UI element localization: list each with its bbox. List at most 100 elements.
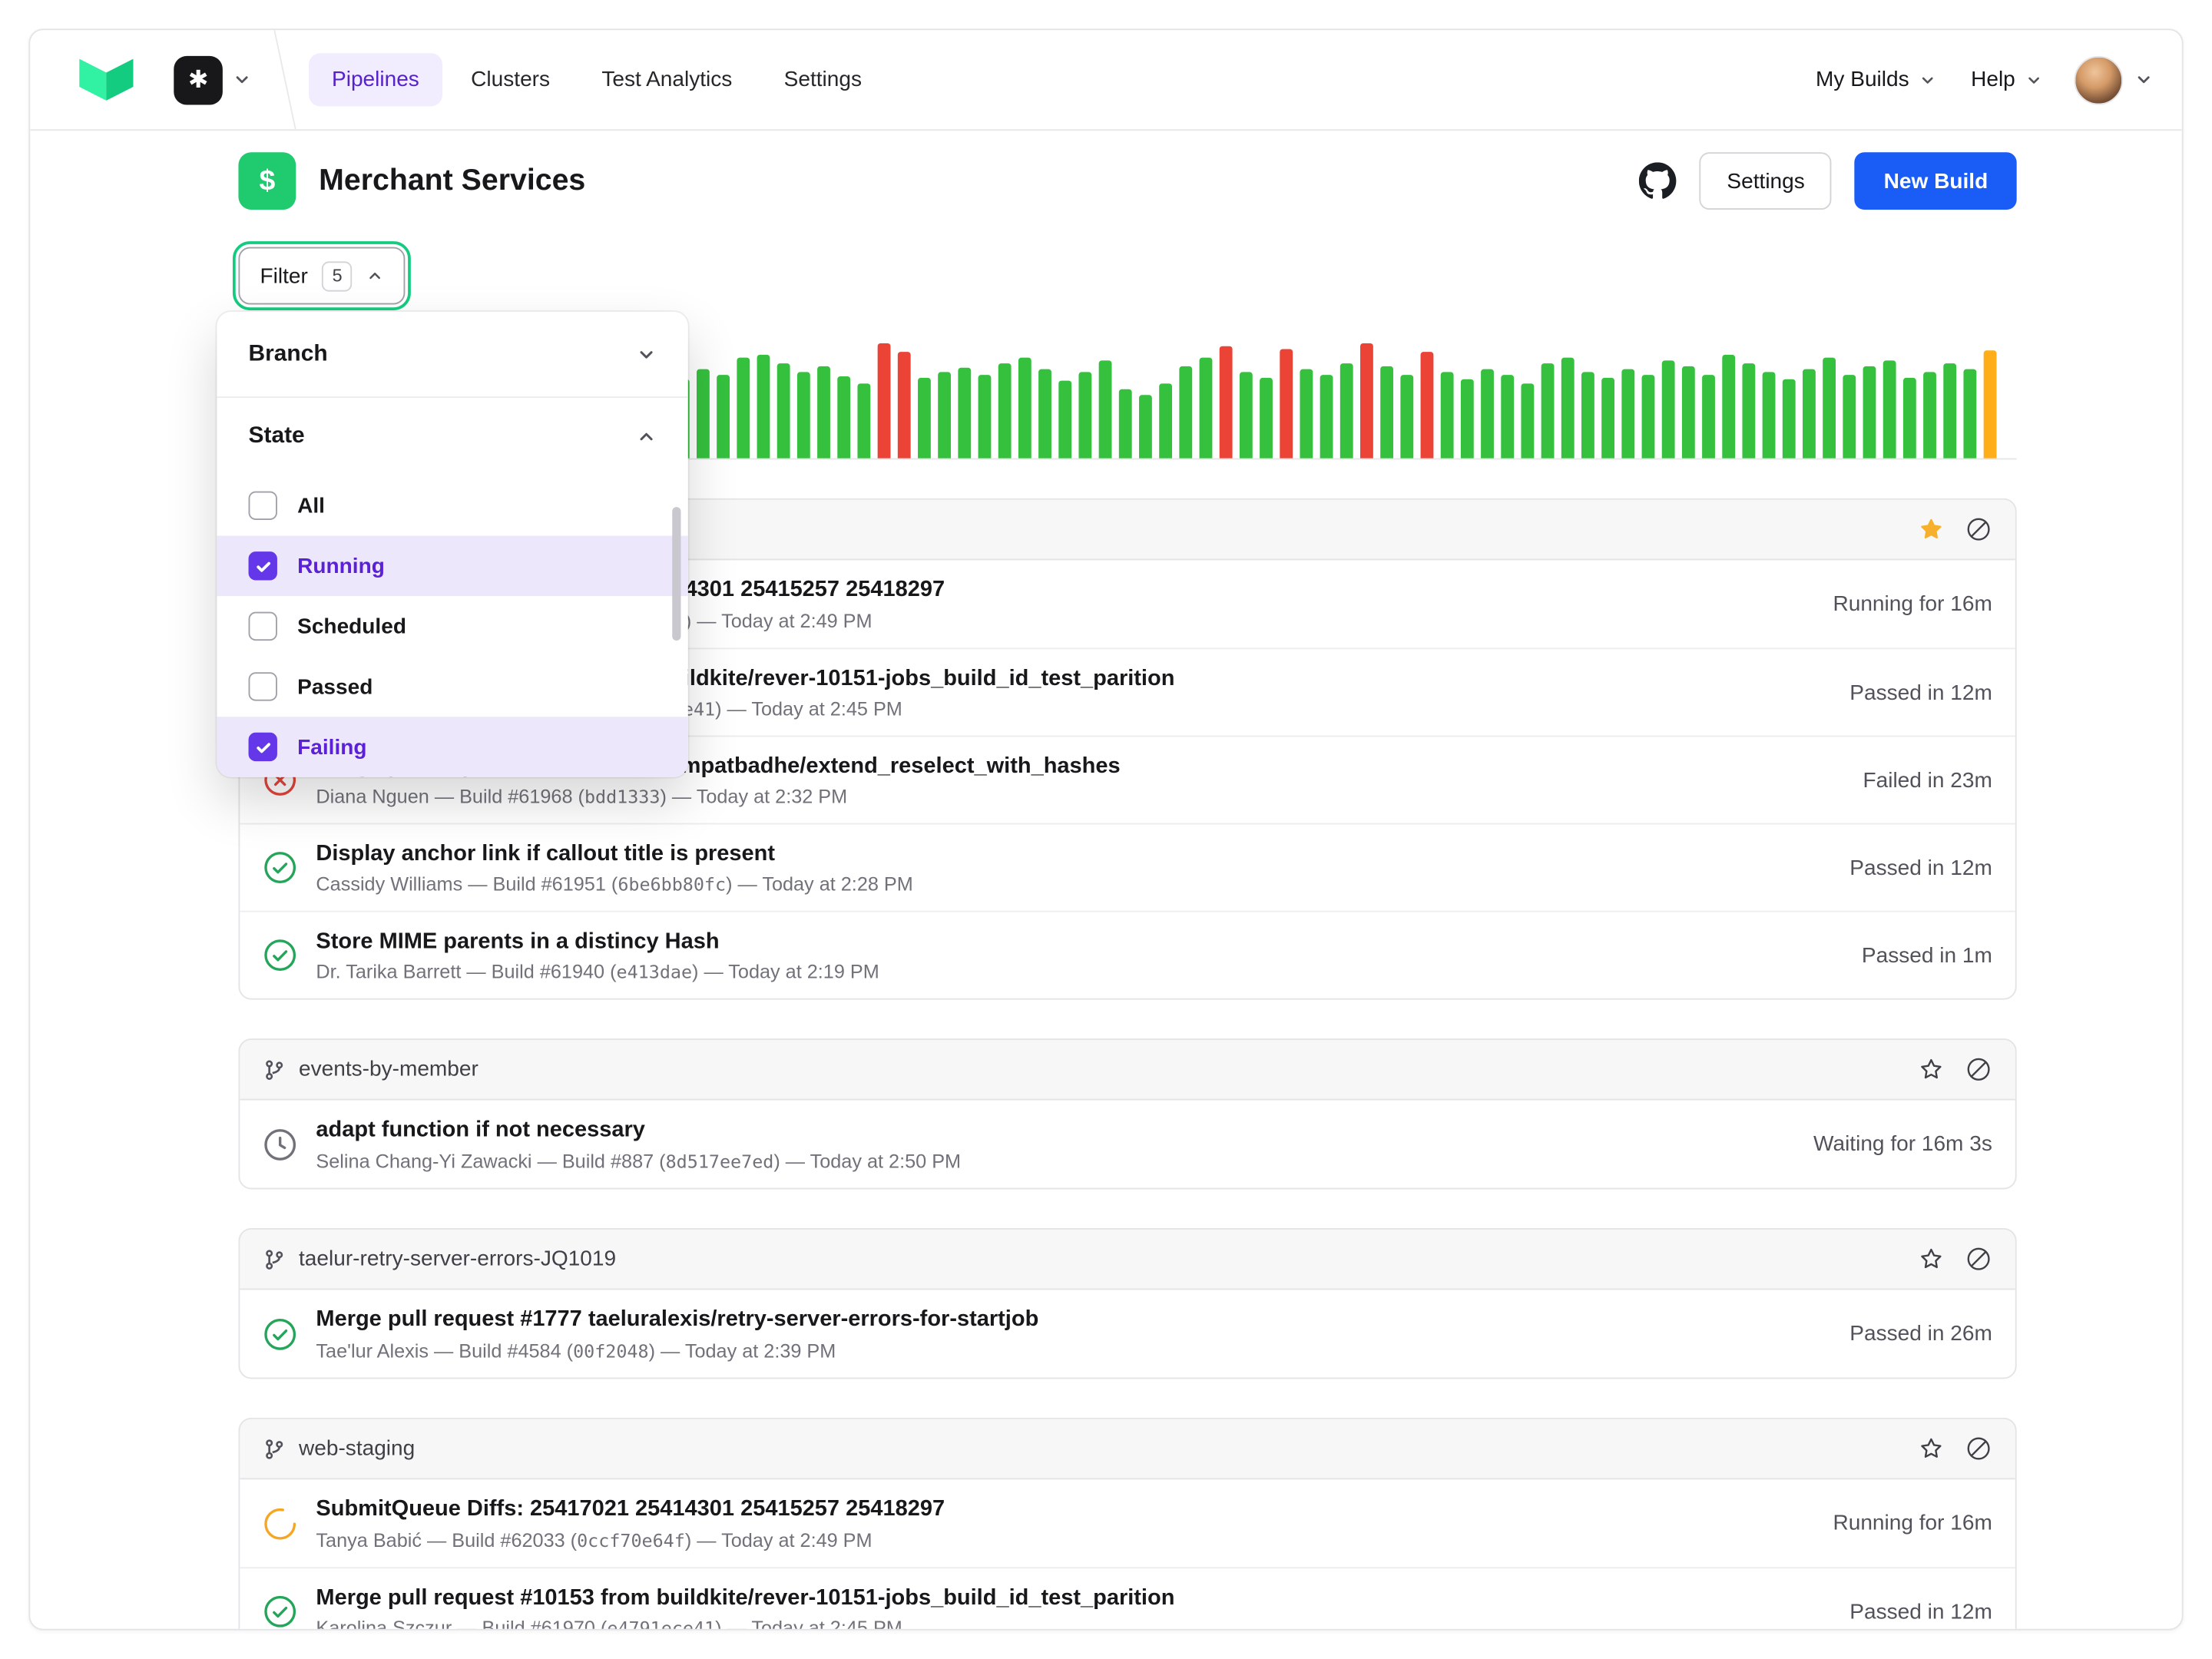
help-menu[interactable]: Help — [1954, 56, 2060, 104]
build-bar[interactable] — [1139, 395, 1152, 458]
build-bar[interactable] — [1984, 350, 1997, 458]
star-icon[interactable] — [1918, 515, 1945, 543]
build-bar[interactable] — [979, 375, 992, 458]
build-bar[interactable] — [1280, 349, 1293, 458]
nav-tab-test-analytics[interactable]: Test Analytics — [578, 53, 755, 106]
filter-option-failing[interactable]: Failing — [217, 717, 687, 777]
build-bar[interactable] — [1642, 375, 1655, 458]
build-bar[interactable] — [1481, 369, 1494, 459]
build-bar[interactable] — [1220, 346, 1233, 459]
my-builds-menu[interactable]: My Builds — [1799, 56, 1954, 104]
build-bar[interactable] — [1702, 375, 1715, 458]
build-bar[interactable] — [1541, 363, 1555, 458]
build-bar[interactable] — [1159, 383, 1172, 458]
build-bar[interactable] — [1662, 360, 1675, 458]
build-bar[interactable] — [1320, 375, 1333, 458]
org-avatar[interactable]: ✱ — [174, 55, 223, 104]
build-bar[interactable] — [1119, 389, 1132, 459]
checkbox-icon[interactable] — [249, 672, 277, 700]
build-bar[interactable] — [1421, 352, 1434, 458]
ban-icon[interactable] — [1965, 1056, 1992, 1084]
build-bar[interactable] — [1400, 375, 1413, 458]
build-bar[interactable] — [777, 363, 790, 458]
new-build-button[interactable]: New Build — [1855, 152, 2016, 210]
build-bar[interactable] — [1441, 372, 1454, 458]
filter-option-running[interactable]: Running — [217, 536, 687, 597]
filter-section-state[interactable]: State — [217, 398, 687, 475]
build-bar[interactable] — [817, 366, 830, 459]
checkbox-icon[interactable] — [249, 612, 277, 641]
build-bar[interactable] — [1742, 363, 1755, 458]
settings-button[interactable]: Settings — [1700, 152, 1832, 210]
build-title[interactable]: Merge pull request #10153 from buildkite… — [316, 1584, 1174, 1611]
pipeline-name[interactable]: web-staging — [299, 1436, 415, 1461]
build-bar[interactable] — [1300, 369, 1313, 459]
build-bar[interactable] — [757, 355, 770, 459]
star-icon[interactable] — [1918, 1435, 1945, 1462]
checkbox-icon[interactable] — [249, 492, 277, 520]
build-bar[interactable] — [1461, 379, 1474, 459]
build-bar[interactable] — [1823, 358, 1836, 459]
nav-tab-settings[interactable]: Settings — [761, 53, 885, 106]
build-bar[interactable] — [938, 372, 951, 458]
filter-option-all[interactable]: All — [217, 475, 687, 536]
build-bar[interactable] — [1260, 378, 1273, 459]
build-bar[interactable] — [1803, 369, 1816, 459]
build-row[interactable]: Merge pull request #1777 taeluralexis/re… — [240, 1290, 2015, 1377]
build-bar[interactable] — [1883, 360, 1896, 458]
build-bar[interactable] — [878, 343, 891, 459]
github-icon[interactable] — [1639, 162, 1677, 200]
build-bar[interactable] — [1200, 358, 1213, 459]
build-bar[interactable] — [1863, 366, 1876, 459]
build-title[interactable]: SubmitQueue Diffs: 25417021 25414301 254… — [316, 1495, 945, 1523]
build-title[interactable]: Display anchor link if callout title is … — [316, 840, 912, 868]
build-bar[interactable] — [1903, 378, 1916, 459]
build-bar[interactable] — [898, 352, 911, 458]
build-row[interactable]: Display anchor link if callout title is … — [240, 823, 2015, 911]
build-bar[interactable] — [1078, 372, 1091, 458]
pipeline-name[interactable]: events-by-member — [299, 1057, 478, 1081]
build-bar[interactable] — [857, 383, 870, 458]
scrollbar-thumb[interactable] — [672, 507, 680, 641]
build-bar[interactable] — [1360, 343, 1373, 459]
build-title[interactable]: Merge pull request #1777 taeluralexis/re… — [316, 1306, 1038, 1334]
build-bar[interactable] — [1058, 381, 1071, 459]
build-bar[interactable] — [1099, 360, 1112, 458]
build-title[interactable]: adapt function if not necessary — [316, 1117, 961, 1144]
ban-icon[interactable] — [1965, 1245, 1992, 1273]
build-row[interactable]: adapt function if not necessarySelina Ch… — [240, 1101, 2015, 1188]
build-title[interactable]: Store MIME parents in a distincy Hash — [316, 928, 879, 955]
build-bar[interactable] — [958, 368, 971, 459]
build-bar[interactable] — [1581, 372, 1594, 458]
build-bar[interactable] — [697, 369, 710, 459]
filter-option-scheduled[interactable]: Scheduled — [217, 596, 687, 657]
build-bar[interactable] — [717, 375, 730, 458]
build-bar[interactable] — [737, 358, 750, 459]
build-bar[interactable] — [1501, 375, 1514, 458]
build-bar[interactable] — [1561, 358, 1575, 459]
filter-section-branch[interactable]: Branch — [217, 312, 687, 398]
build-bar[interactable] — [1179, 366, 1192, 459]
build-bar[interactable] — [1763, 372, 1776, 458]
build-bar[interactable] — [998, 363, 1012, 458]
build-bar[interactable] — [1722, 355, 1735, 459]
build-bar[interactable] — [1240, 372, 1253, 458]
chevron-down-icon[interactable] — [233, 71, 251, 89]
build-bar[interactable] — [1783, 379, 1796, 459]
build-bar[interactable] — [1843, 375, 1856, 458]
nav-tab-clusters[interactable]: Clusters — [448, 53, 573, 106]
nav-tab-pipelines[interactable]: Pipelines — [309, 53, 442, 106]
build-bar[interactable] — [1621, 369, 1634, 459]
build-bar[interactable] — [1682, 366, 1695, 459]
build-bar[interactable] — [918, 378, 931, 459]
star-icon[interactable] — [1918, 1245, 1945, 1273]
build-bar[interactable] — [1038, 369, 1051, 459]
pipeline-name[interactable]: taelur-retry-server-errors-JQ1019 — [299, 1247, 616, 1271]
build-bar[interactable] — [797, 372, 810, 458]
build-bar[interactable] — [837, 376, 850, 459]
filter-option-passed[interactable]: Passed — [217, 657, 687, 717]
ban-icon[interactable] — [1965, 1435, 1992, 1462]
build-bar[interactable] — [1923, 372, 1936, 458]
build-bar[interactable] — [1018, 358, 1031, 459]
build-bar[interactable] — [1963, 369, 1976, 459]
